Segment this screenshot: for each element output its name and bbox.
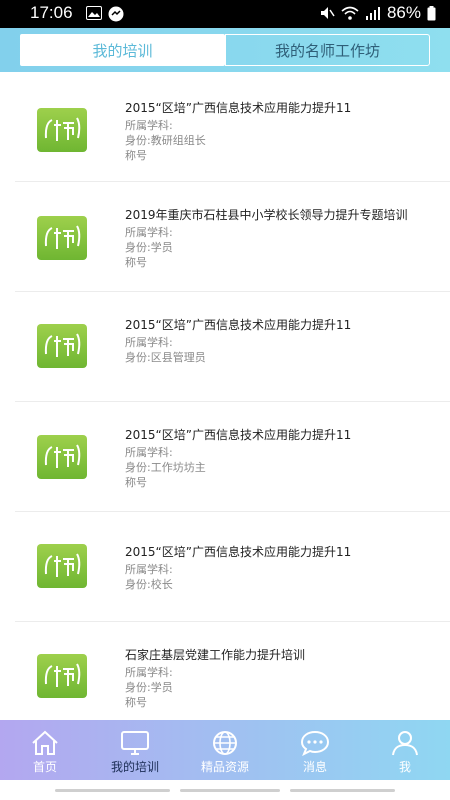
teacher-logo-icon: [37, 108, 87, 152]
gesture-segment: [55, 789, 170, 792]
list-item[interactable]: 2019年重庆市石柱县中小学校长领导力提升专题培训 所属学科: 身份:学员 称号: [15, 182, 450, 292]
nav-home[interactable]: 首页: [0, 720, 90, 780]
item-title: 2015“区培”广西信息技术应用能力提升11: [125, 101, 352, 115]
battery-percent: 86%: [386, 3, 421, 22]
item-identity: 身份:教研组组长: [125, 134, 206, 147]
nav-my-training[interactable]: 我的培训: [90, 720, 180, 780]
nav-messages-label: 消息: [302, 760, 327, 774]
chat-icon: [300, 730, 330, 756]
battery-icon: [427, 5, 436, 20]
status-time: 17:06: [30, 3, 73, 22]
gesture-segment: [180, 789, 280, 792]
list-item[interactable]: 2015“区培”广西信息技术应用能力提升11 所属学科: 身份:校长: [15, 512, 450, 622]
item-rank: 称号: [125, 149, 147, 162]
teacher-logo-icon: [37, 544, 87, 588]
item-subject: 所属学科:: [125, 563, 173, 576]
item-identity: 身份:工作坊坊主: [125, 461, 206, 474]
bottom-nav: 首页 我的培训 精品资源 消息 我: [0, 720, 450, 780]
globe-icon: [213, 731, 237, 755]
teacher-logo-icon: [37, 216, 87, 260]
mute-icon: [320, 7, 335, 19]
status-bar: 17:06 86%: [0, 0, 450, 28]
nav-my-training-label: 我的培训: [110, 760, 159, 774]
item-identity: 身份:校长: [125, 578, 173, 591]
nav-me-label: 我: [398, 760, 411, 774]
list-item[interactable]: 2015“区培”广西信息技术应用能力提升11 所属学科: 身份:教研组组长 称号: [15, 72, 450, 182]
item-rank: 称号: [125, 696, 147, 709]
item-title: 2015“区培”广西信息技术应用能力提升11: [125, 545, 352, 559]
monitor-icon: [121, 731, 149, 755]
item-rank: 称号: [125, 256, 147, 269]
training-list: 2015“区培”广西信息技术应用能力提升11 所属学科: 身份:教研组组长 称号…: [0, 72, 450, 720]
tab-my-master-workshop[interactable]: 我的名师工作坊: [225, 34, 430, 66]
item-identity: 身份:学员: [125, 241, 173, 254]
wifi-icon: [341, 6, 359, 20]
item-title: 2015“区培”广西信息技术应用能力提升11: [125, 428, 352, 442]
nav-me[interactable]: 我: [360, 720, 450, 780]
item-rank: 称号: [125, 476, 147, 489]
nav-messages[interactable]: 消息: [270, 720, 360, 780]
list-item[interactable]: 2015“区培”广西信息技术应用能力提升11 所属学科: 身份:工作坊坊主 称号: [15, 402, 450, 512]
gesture-bar: [0, 780, 450, 800]
status-notification-icons: [86, 6, 124, 22]
tab-bar: 我的培训 我的名师工作坊: [0, 28, 450, 72]
nav-home-label: 首页: [32, 760, 57, 774]
message-icon: [108, 6, 124, 22]
item-subject: 所属学科:: [125, 666, 173, 679]
gesture-segment: [290, 789, 395, 792]
tab-my-training[interactable]: 我的培训: [20, 34, 225, 66]
nav-resources[interactable]: 精品资源: [180, 720, 270, 780]
status-right: 86%: [319, 3, 436, 23]
signal-icon: [365, 7, 380, 20]
gallery-icon: [86, 6, 102, 20]
teacher-logo-icon: [37, 324, 87, 368]
person-icon: [392, 731, 418, 756]
item-subject: 所属学科:: [125, 446, 173, 459]
item-subject: 所属学科:: [125, 336, 173, 349]
teacher-logo-icon: [37, 435, 87, 479]
home-icon: [32, 730, 58, 755]
item-identity: 身份:区县管理员: [125, 351, 206, 364]
teacher-logo-icon: [37, 654, 87, 698]
item-title: 石家庄基层党建工作能力提升培训: [125, 648, 306, 662]
item-title: 2019年重庆市石柱县中小学校长领导力提升专题培训: [125, 208, 408, 222]
item-identity: 身份:学员: [125, 681, 173, 694]
list-item[interactable]: 石家庄基层党建工作能力提升培训 所属学科: 身份:学员 称号: [15, 622, 450, 720]
list-item[interactable]: 2015“区培”广西信息技术应用能力提升11 所属学科: 身份:区县管理员: [15, 292, 450, 402]
nav-resources-label: 精品资源: [200, 760, 249, 774]
item-subject: 所属学科:: [125, 226, 173, 239]
item-title: 2015“区培”广西信息技术应用能力提升11: [125, 318, 352, 332]
item-subject: 所属学科:: [125, 119, 173, 132]
